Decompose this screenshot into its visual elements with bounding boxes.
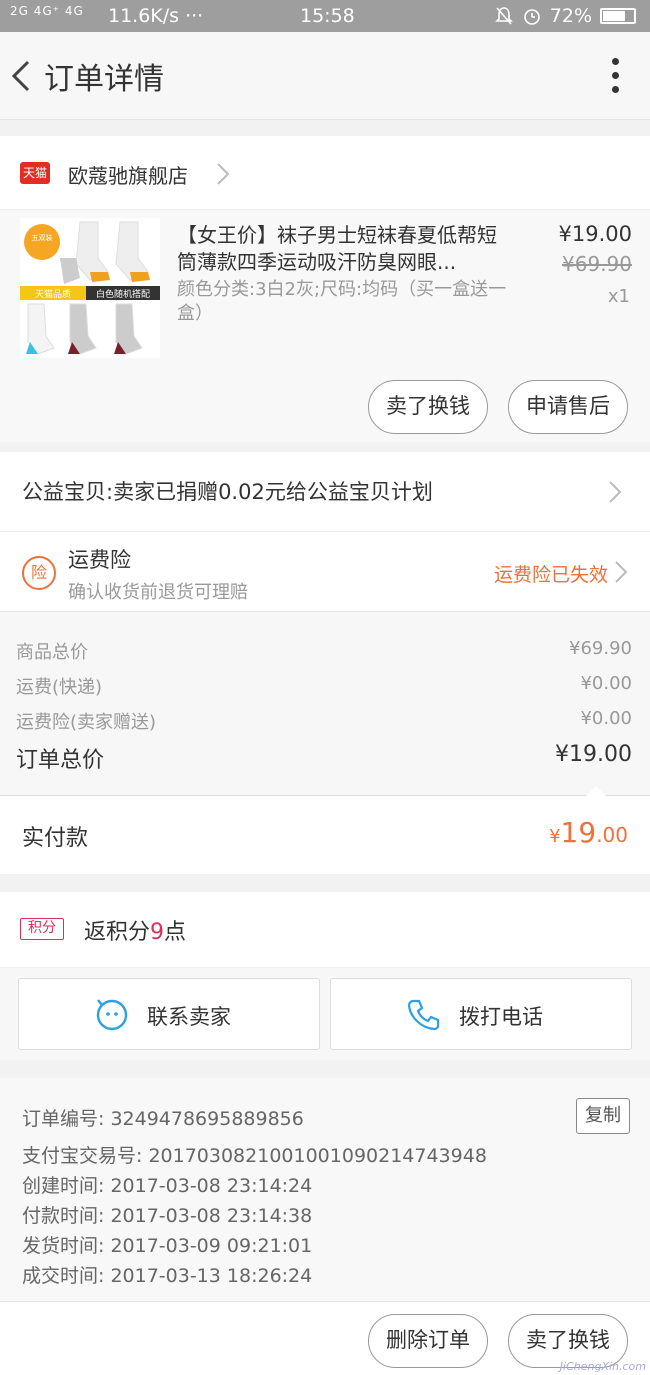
clock: 15:58 <box>300 5 355 27</box>
shipped-time: 发货时间: 2017-03-09 09:21:01 <box>22 1235 313 1257</box>
chevron-right-icon <box>609 481 622 503</box>
bottom-action-bar: 删除订单 卖了换钱 JiChengXin.com <box>0 1302 650 1375</box>
product-card[interactable]: 五双装 天猫品质 白色随机搭配 【女王价】袜子男士短袜春夏低帮短筒薄款四季运动吸… <box>0 210 650 442</box>
call-phone-label: 拨打电话 <box>459 1005 543 1029</box>
battery-icon <box>600 8 636 24</box>
order-number: 订单编号: 3249478695889856 <box>22 1108 304 1130</box>
svg-text:天猫品质: 天猫品质 <box>35 288 71 300</box>
summary-label: 商品总价 <box>16 642 88 663</box>
tmall-logo: 天猫 <box>20 162 50 184</box>
back-icon[interactable] <box>6 56 36 96</box>
insurance-icon: 险 <box>22 556 56 590</box>
delete-order-button[interactable]: 删除订单 <box>368 1314 488 1368</box>
phone-icon <box>407 999 440 1031</box>
summary-value: ¥69.90 <box>569 638 632 659</box>
insurance-title: 运费险 <box>68 548 131 572</box>
alarm-icon <box>523 9 540 25</box>
actual-payment-row: 实付款 ¥19.00 <box>0 796 650 874</box>
product-original-price: ¥69.90 <box>562 252 632 276</box>
nav-bar: 订单详情 <box>0 32 650 120</box>
contact-seller-button[interactable]: 联系卖家 <box>18 978 320 1050</box>
more-options-icon[interactable] <box>612 58 620 94</box>
svg-text:白色随机搭配: 白色随机搭配 <box>96 288 150 300</box>
summary-label: 运费(快递) <box>16 677 103 698</box>
chevron-right-icon <box>615 561 628 583</box>
chevron-right-icon <box>217 163 230 185</box>
call-phone-button[interactable]: 拨打电话 <box>330 978 632 1050</box>
product-thumbnail[interactable]: 五双装 天猫品质 白色随机搭配 <box>20 218 160 358</box>
points-text: 返积分9点 <box>84 920 187 945</box>
notch-decoration <box>586 786 606 796</box>
insurance-status: 运费险已失效 <box>493 564 608 586</box>
charity-row[interactable]: 公益宝贝:卖家已捐赠0.02元给公益宝贝计划 <box>0 452 650 532</box>
store-row[interactable]: 天猫 欧蔻驰旗舰店 <box>0 136 650 210</box>
insurance-subtitle: 确认收货前退货可理赔 <box>68 582 248 603</box>
created-time: 创建时间: 2017-03-08 23:14:24 <box>22 1175 313 1197</box>
status-bar: 2G 4G⁺ 4G 11.6K/s ··· 15:58 72% <box>0 0 650 32</box>
page-title: 订单详情 <box>44 62 164 97</box>
contact-bar: 联系卖家 拨打电话 <box>0 968 650 1060</box>
product-quantity: x1 <box>607 286 630 307</box>
order-info: 订单编号: 3249478695889856 复制 支付宝交易号: 201703… <box>0 1078 650 1302</box>
chat-icon <box>96 999 128 1031</box>
store-name[interactable]: 欧蔻驰旗舰店 <box>68 160 188 189</box>
summary-value: ¥0.00 <box>580 708 632 729</box>
product-price: ¥19.00 <box>558 222 632 246</box>
watermark: JiChengXin.com <box>559 1360 646 1373</box>
sell-button[interactable]: 卖了换钱 <box>368 380 488 434</box>
battery-percent: 72% <box>549 5 592 27</box>
completed-time: 成交时间: 2017-03-13 18:26:24 <box>22 1265 313 1287</box>
actual-payment-amount: ¥19.00 <box>549 816 628 849</box>
points-badge: 积分 <box>20 918 64 940</box>
socks-image: 五双装 天猫品质 白色随机搭配 <box>20 218 160 358</box>
price-summary: 商品总价 ¥69.90 运费(快递) ¥0.00 运费险(卖家赠送) ¥0.00… <box>0 612 650 796</box>
mute-icon <box>494 7 513 25</box>
contact-seller-label: 联系卖家 <box>147 1005 231 1029</box>
product-title[interactable]: 【女王价】袜子男士短袜春夏低帮短筒薄款四季运动吸汗防臭网眼... <box>177 222 507 276</box>
order-total-label: 订单总价 <box>16 748 105 773</box>
actual-payment-label: 实付款 <box>22 826 89 851</box>
paid-time: 付款时间: 2017-03-08 23:14:38 <box>22 1205 313 1227</box>
shipping-insurance-row[interactable]: 险 运费险 确认收货前退货可理赔 运费险已失效 <box>0 532 650 612</box>
svg-text:五双装: 五双装 <box>32 233 53 242</box>
signal-icon: 2G 4G⁺ 4G <box>10 4 84 18</box>
product-spec: 颜色分类:3白2灰;尺码:均码（买一盒送一盒） <box>177 279 507 324</box>
charity-text: 公益宝贝:卖家已捐赠0.02元给公益宝贝计划 <box>22 480 433 504</box>
alipay-trade-number: 支付宝交易号: 2017030821001001090214743948 <box>22 1145 487 1167</box>
summary-label: 运费险(卖家赠送) <box>16 712 157 733</box>
network-speed: 11.6K/s ··· <box>108 5 204 27</box>
order-total-value: ¥19.00 <box>555 742 632 767</box>
after-sale-button[interactable]: 申请售后 <box>508 380 628 434</box>
summary-value: ¥0.00 <box>580 673 632 694</box>
copy-button[interactable]: 复制 <box>576 1098 630 1134</box>
points-row: 积分 返积分9点 <box>0 892 650 968</box>
